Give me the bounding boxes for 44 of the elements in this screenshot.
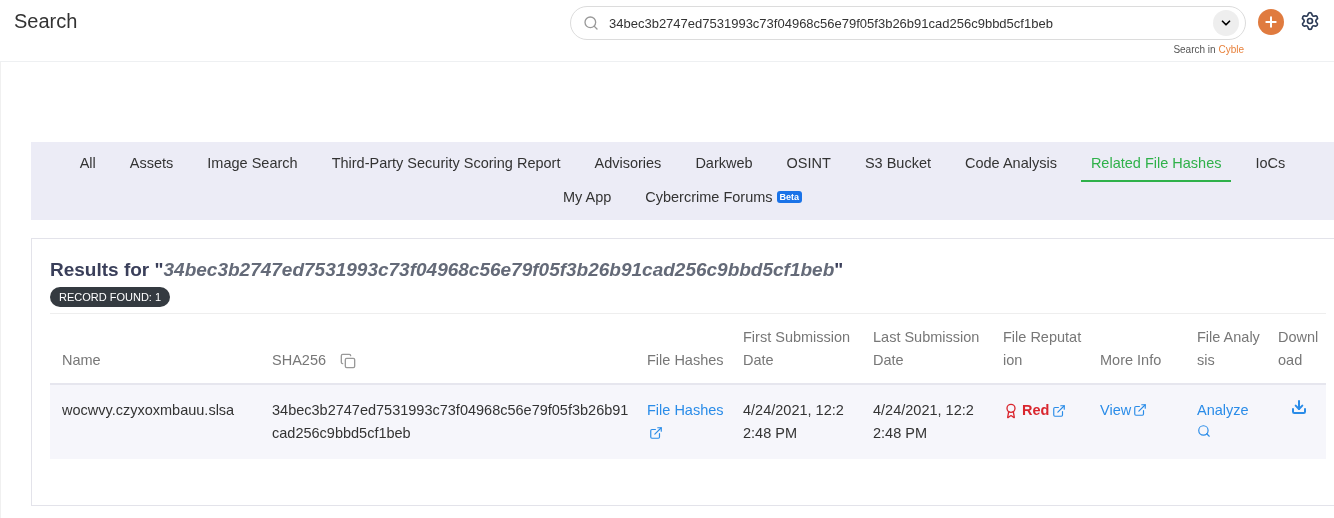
- download-icon[interactable]: [1291, 399, 1307, 415]
- tab[interactable]: IoCs: [1245, 148, 1296, 182]
- tab[interactable]: Third-Party Security Scoring Report: [321, 148, 571, 182]
- external-link-icon[interactable]: [1052, 403, 1067, 418]
- external-link-icon: [1133, 403, 1148, 417]
- dropdown-button[interactable]: [1213, 10, 1239, 36]
- page-title: Search: [14, 10, 79, 33]
- table-cell: 4/24/2021, 12:22:48 PM: [873, 402, 974, 441]
- tab[interactable]: All: [69, 148, 106, 182]
- settings-icon: [1300, 11, 1320, 31]
- tab[interactable]: My App: [552, 182, 622, 216]
- search-input[interactable]: 34bec3b2747ed7531993c73f04968c56e79f05f3b26b91cad256c9bbd5cf1beb: [607, 14, 1205, 32]
- tab[interactable]: Assets: [119, 148, 184, 182]
- column-header: SHA256: [272, 351, 326, 370]
- table-cell: wocwvy.czyxoxmbauu.slsa: [62, 402, 235, 418]
- column-header: First Submission Date: [743, 329, 851, 368]
- column-header: Name: [62, 352, 101, 368]
- tab[interactable]: Advisories: [584, 148, 672, 182]
- add-button[interactable]: [1258, 9, 1284, 35]
- tab[interactable]: S3 Bucket: [854, 148, 941, 182]
- award-icon: [1003, 402, 1019, 419]
- tab[interactable]: Cybercrime Forums Beta: [635, 182, 813, 216]
- column-header: File Reputation: [1003, 329, 1082, 368]
- tab[interactable]: Code Analysis: [955, 148, 1067, 182]
- search-icon: [583, 15, 599, 31]
- external-link-icon: [649, 426, 663, 440]
- tab[interactable]: OSINT: [776, 148, 841, 182]
- tab[interactable]: Image Search: [197, 148, 308, 182]
- search-scope-label: Search in Cyble: [1173, 44, 1244, 55]
- reputation-label: Red: [1003, 399, 1067, 422]
- results-heading: Results for "34bec3b2747ed7531993c73f04968c56e79f05f3b26b91cad256c9bbd5cf1beb": [50, 259, 845, 281]
- search-icon: [1197, 424, 1211, 438]
- tab[interactable]: Darkweb: [685, 148, 763, 182]
- plus-icon: [1263, 14, 1279, 30]
- beta-badge: Beta: [776, 191, 803, 203]
- column-header: File Analysis: [1197, 329, 1260, 368]
- record-count-badge: RECORD FOUND: 1: [50, 287, 171, 307]
- column-header: More Info: [1100, 352, 1162, 368]
- copy-icon[interactable]: [340, 352, 356, 369]
- table-cell: 34bec3b2747ed7531993c73f04968c56e79f05f3b26b91cad256c9bbd5cf1beb: [272, 402, 629, 441]
- column-header: File Hashes: [647, 352, 724, 368]
- column-header: Download: [1278, 329, 1319, 368]
- column-header: Last Submission Date: [873, 329, 980, 368]
- table-cell: 4/24/2021, 12:22:48 PM: [743, 402, 844, 441]
